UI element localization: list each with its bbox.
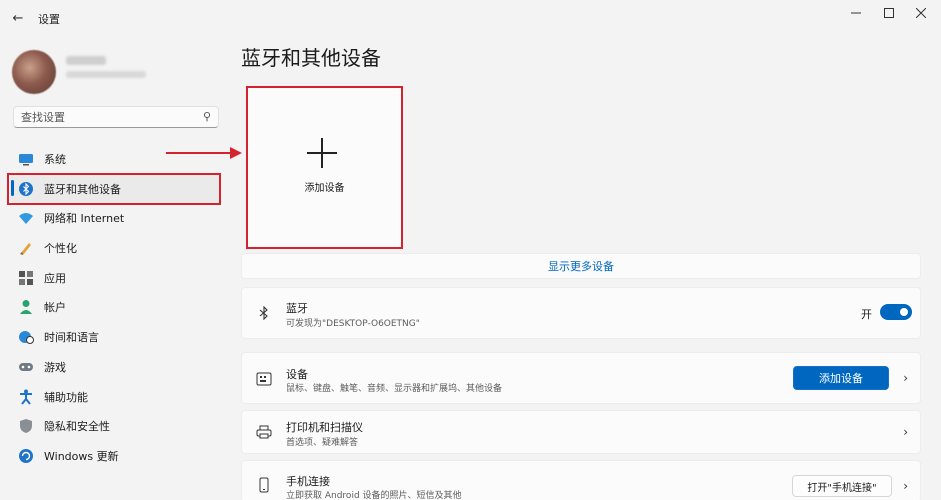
sidebar-item-time-language[interactable]: 时间和语言: [10, 323, 220, 351]
shield-icon: [18, 418, 34, 434]
sidebar-item-label: 时间和语言: [44, 331, 99, 344]
profile-email-blurred: [66, 71, 146, 78]
sidebar-item-label: 隐私和安全性: [44, 420, 110, 433]
minimize-button[interactable]: [842, 4, 870, 22]
bluetooth-toggle-label: 开: [861, 308, 872, 321]
search-input[interactable]: [21, 110, 191, 124]
close-button[interactable]: [907, 4, 935, 22]
profile-name-blurred: [66, 56, 106, 65]
maximize-button[interactable]: [875, 4, 903, 22]
printers-card[interactable]: 打印机和扫描仪 首选项、疑难解答 ›: [241, 410, 921, 454]
sidebar-item-accessibility[interactable]: 辅助功能: [10, 383, 220, 411]
close-icon: [916, 8, 926, 18]
title-bar: ← 设置: [0, 0, 941, 36]
bluetooth-card: 蓝牙 可发现为"DESKTOP-O6OETNG": [241, 287, 921, 339]
arrow-left-icon: ←: [12, 10, 24, 26]
gamepad-icon: [18, 359, 34, 375]
devices-title: 设备: [286, 368, 308, 381]
annotation-arrow: [166, 147, 242, 159]
sidebar-item-label: 辅助功能: [44, 391, 88, 404]
page-title: 蓝牙和其他设备: [241, 46, 381, 70]
sidebar-item-personalization[interactable]: 个性化: [10, 234, 220, 262]
devices-subtitle: 鼠标、键盘、触笔、音频、显示器和扩展坞、其他设备: [286, 384, 503, 394]
chevron-right-icon: ›: [903, 479, 908, 493]
show-more-devices-link[interactable]: 显示更多设备: [241, 253, 921, 279]
update-icon: [18, 448, 34, 464]
open-phone-link-button[interactable]: 打开"手机连接": [792, 475, 892, 497]
sidebar-item-label: Windows 更新: [44, 450, 119, 463]
sidebar-item-label: 网络和 Internet: [44, 212, 125, 225]
wifi-icon: [18, 210, 34, 226]
monitor-icon: [18, 151, 34, 167]
sidebar-item-windows-update[interactable]: Windows 更新: [10, 442, 220, 470]
sidebar-item-label: 系统: [44, 153, 66, 166]
person-icon: [18, 299, 34, 315]
keyboard-mouse-icon: [256, 371, 272, 387]
back-button[interactable]: ←: [8, 8, 28, 28]
highlight-box-nav: [7, 173, 221, 205]
phone-link-title: 手机连接: [286, 475, 330, 488]
search-box[interactable]: ⚲: [13, 106, 219, 128]
bluetooth-toggle[interactable]: [880, 304, 912, 320]
bluetooth-title: 蓝牙: [286, 302, 308, 315]
plus-icon: [307, 138, 337, 168]
search-icon[interactable]: ⚲: [203, 110, 211, 123]
minimize-icon: [851, 12, 861, 14]
sidebar-item-privacy[interactable]: 隐私和安全性: [10, 412, 220, 440]
avatar[interactable]: [12, 50, 56, 94]
maximize-icon: [884, 8, 894, 18]
sidebar-item-accounts[interactable]: 帐户: [10, 293, 220, 321]
printer-icon: [256, 424, 272, 440]
sidebar-item-label: 个性化: [44, 242, 77, 255]
sidebar-item-label: 游戏: [44, 361, 66, 374]
chevron-right-icon: ›: [903, 371, 908, 385]
printers-subtitle: 首选项、疑难解答: [286, 438, 359, 448]
chevron-right-icon: ›: [903, 425, 908, 439]
sidebar-item-label: 应用: [44, 272, 66, 285]
sidebar-item-label: 帐户: [44, 301, 66, 314]
phone-link-subtitle: 立即获取 Android 设备的照片、短信及其他: [286, 491, 462, 500]
add-device-button[interactable]: 添加设备: [793, 366, 889, 390]
sidebar-item-network[interactable]: 网络和 Internet: [10, 204, 220, 232]
sidebar-item-gaming[interactable]: 游戏: [10, 353, 220, 381]
globe-clock-icon: [18, 329, 34, 345]
brush-icon: [18, 240, 34, 256]
phone-icon: [256, 477, 272, 493]
bluetooth-subtitle: 可发现为"DESKTOP-O6OETNG": [286, 319, 420, 329]
apps-icon: [18, 270, 34, 286]
sidebar-item-apps[interactable]: 应用: [10, 264, 220, 292]
add-device-tile-label: 添加设备: [304, 183, 345, 194]
printers-title: 打印机和扫描仪: [286, 421, 363, 434]
app-title: 设置: [38, 13, 60, 26]
accessibility-icon: [18, 389, 34, 405]
bluetooth-icon: [256, 305, 272, 321]
